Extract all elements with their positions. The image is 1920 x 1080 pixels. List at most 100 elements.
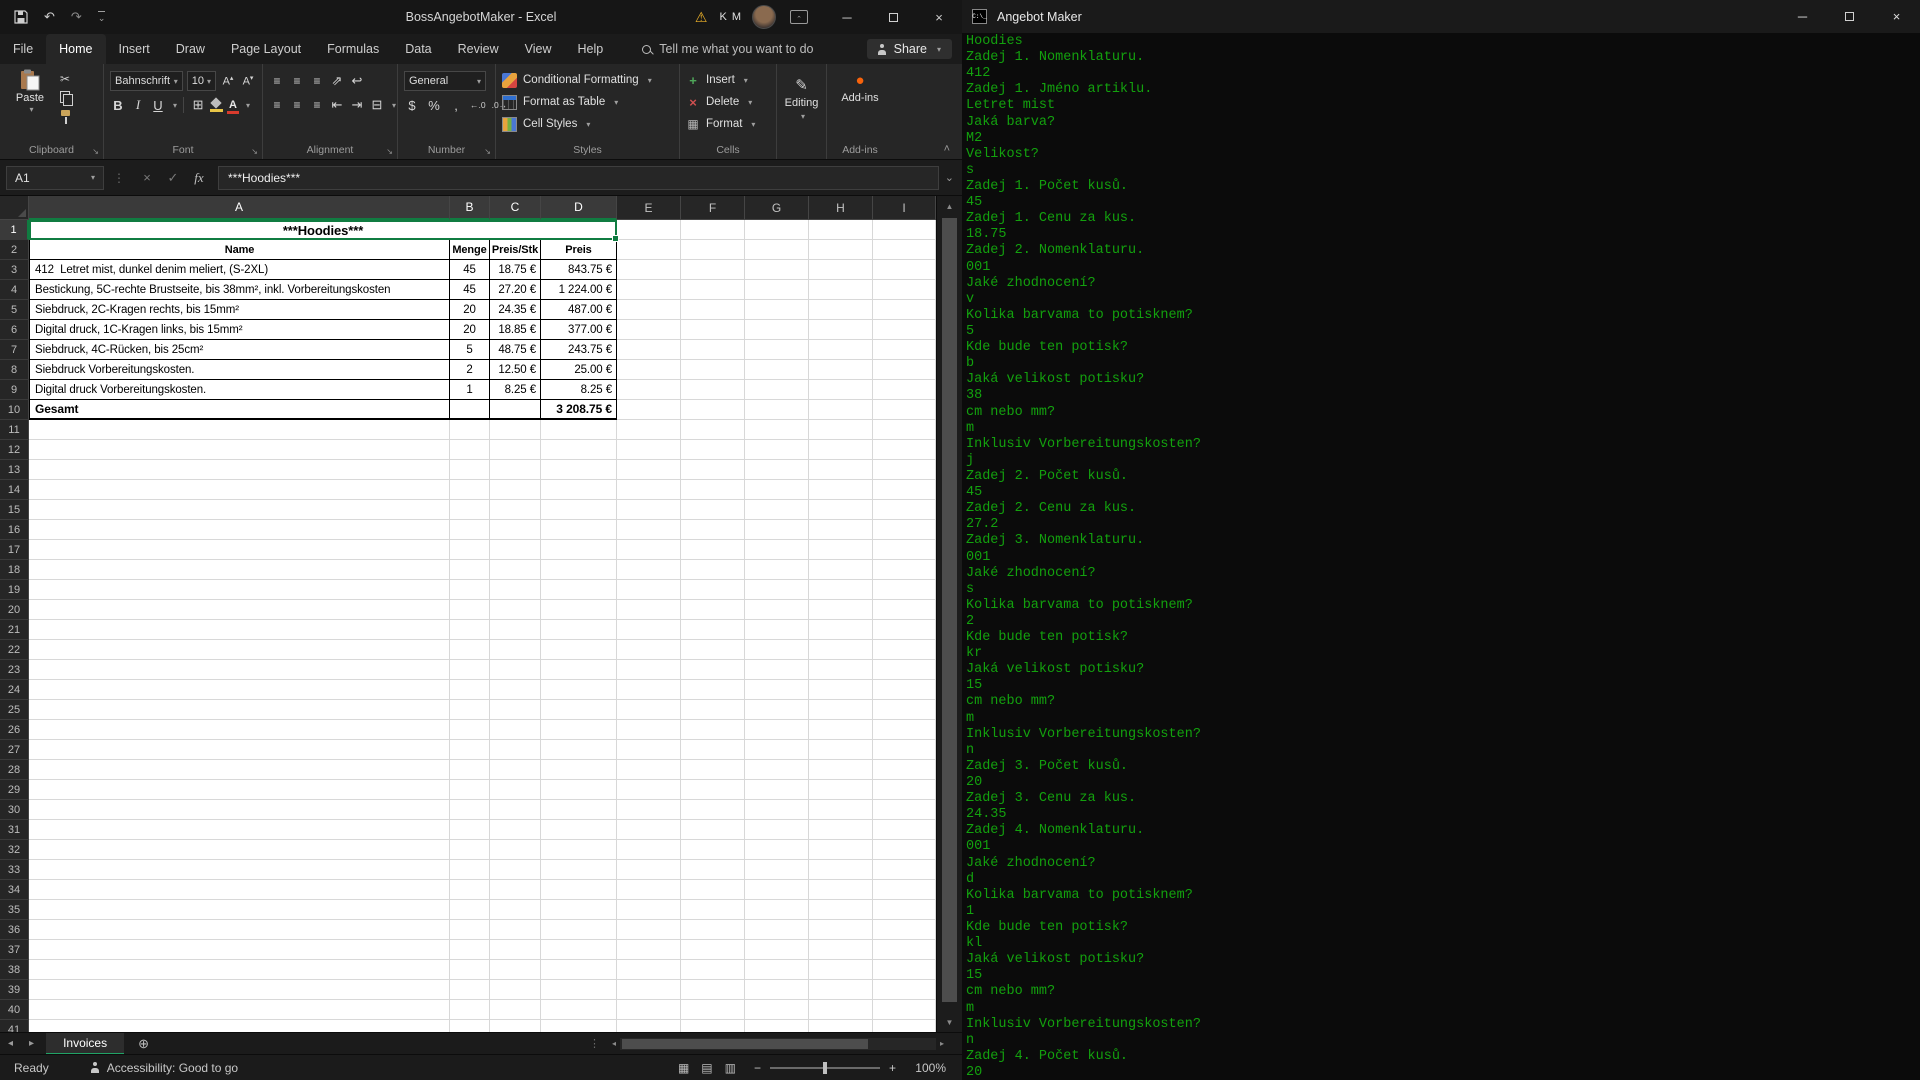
cell-D4[interactable]: 1 224.00 € <box>541 280 617 300</box>
column-header-H[interactable]: H <box>809 196 873 220</box>
cell-E29[interactable] <box>617 780 681 800</box>
cell-E36[interactable] <box>617 920 681 940</box>
cell-D29[interactable] <box>541 780 617 800</box>
cell-C21[interactable] <box>490 620 541 640</box>
cell-E19[interactable] <box>617 580 681 600</box>
font-size-select[interactable]: 10 ▾ <box>187 71 216 91</box>
align-middle-button[interactable]: ≡ <box>289 74 305 88</box>
cell-styles-button[interactable]: Cell Styles ▾ <box>502 113 673 135</box>
row-header-26[interactable]: 26 <box>0 720 29 740</box>
cell-G11[interactable] <box>745 420 809 440</box>
ribbon-tab-review[interactable]: Review <box>445 34 512 64</box>
cell-F13[interactable] <box>681 460 745 480</box>
cell-I17[interactable] <box>873 540 936 560</box>
row-header-3[interactable]: 3 <box>0 260 29 280</box>
cell-H5[interactable] <box>809 300 873 320</box>
cell-G38[interactable] <box>745 960 809 980</box>
cancel-entry-button[interactable]: × <box>134 170 160 185</box>
vertical-scrollbar[interactable]: ▲ ▼ <box>936 196 962 1032</box>
row-header-28[interactable]: 28 <box>0 760 29 780</box>
cell-C36[interactable] <box>490 920 541 940</box>
cell-E32[interactable] <box>617 840 681 860</box>
cell-A36[interactable] <box>29 920 450 940</box>
row-header-13[interactable]: 13 <box>0 460 29 480</box>
cell-I26[interactable] <box>873 720 936 740</box>
row-header-2[interactable]: 2 <box>0 240 29 260</box>
align-bottom-button[interactable]: ≡ <box>309 74 325 88</box>
scroll-up-icon[interactable]: ▲ <box>946 196 954 216</box>
cell-H6[interactable] <box>809 320 873 340</box>
cell-E31[interactable] <box>617 820 681 840</box>
addins-button[interactable]: ● Add-ins Add-ins <box>827 64 893 159</box>
cell-D17[interactable] <box>541 540 617 560</box>
cell-G40[interactable] <box>745 1000 809 1020</box>
cell-C19[interactable] <box>490 580 541 600</box>
ribbon-tab-help[interactable]: Help <box>565 34 617 64</box>
cell-I41[interactable] <box>873 1020 936 1032</box>
cell-G9[interactable] <box>745 380 809 400</box>
row-header-32[interactable]: 32 <box>0 840 29 860</box>
comma-style-button[interactable]: , <box>448 98 464 113</box>
cell-E17[interactable] <box>617 540 681 560</box>
cell-H15[interactable] <box>809 500 873 520</box>
cell-I39[interactable] <box>873 980 936 1000</box>
cell-C6[interactable]: 18.85 € <box>490 320 541 340</box>
cell-A7[interactable]: Siebdruck, 4C-Rücken, bis 25cm² <box>29 340 450 360</box>
cell-C17[interactable] <box>490 540 541 560</box>
cell-H13[interactable] <box>809 460 873 480</box>
cell-B37[interactable] <box>450 940 490 960</box>
cell-C4[interactable]: 27.20 € <box>490 280 541 300</box>
ribbon-tab-formulas[interactable]: Formulas <box>314 34 392 64</box>
cut-icon[interactable]: ✂ <box>60 71 72 87</box>
cell-G12[interactable] <box>745 440 809 460</box>
cell-B38[interactable] <box>450 960 490 980</box>
format-as-table-button[interactable]: Format as Table ▾ <box>502 91 673 113</box>
cell-C14[interactable] <box>490 480 541 500</box>
minimize-button[interactable]: ─ <box>824 0 870 34</box>
cell-F39[interactable] <box>681 980 745 1000</box>
cell-C8[interactable]: 12.50 € <box>490 360 541 380</box>
cell-B32[interactable] <box>450 840 490 860</box>
cell-I24[interactable] <box>873 680 936 700</box>
cell-B11[interactable] <box>450 420 490 440</box>
cell-F6[interactable] <box>681 320 745 340</box>
page-break-view-button[interactable]: ▥ <box>725 1061 736 1075</box>
console-maximize-button[interactable] <box>1826 0 1873 33</box>
row-header-19[interactable]: 19 <box>0 580 29 600</box>
cell-H8[interactable] <box>809 360 873 380</box>
cell-D12[interactable] <box>541 440 617 460</box>
cell-E11[interactable] <box>617 420 681 440</box>
cell-C40[interactable] <box>490 1000 541 1020</box>
cell-F7[interactable] <box>681 340 745 360</box>
cell-I29[interactable] <box>873 780 936 800</box>
cell-A24[interactable] <box>29 680 450 700</box>
cell-A14[interactable] <box>29 480 450 500</box>
cell-D35[interactable] <box>541 900 617 920</box>
number-format-select[interactable]: General ▾ <box>404 71 486 91</box>
cell-F14[interactable] <box>681 480 745 500</box>
orientation-button[interactable]: ⇗ <box>329 73 345 89</box>
console-minimize-button[interactable]: ─ <box>1779 0 1826 33</box>
cell-A26[interactable] <box>29 720 450 740</box>
cell-B21[interactable] <box>450 620 490 640</box>
confirm-entry-button[interactable]: ✓ <box>160 170 186 186</box>
cell-C11[interactable] <box>490 420 541 440</box>
cell-G39[interactable] <box>745 980 809 1000</box>
cell-H14[interactable] <box>809 480 873 500</box>
warning-icon[interactable]: ⚠ <box>695 9 708 26</box>
ribbon-tab-insert[interactable]: Insert <box>106 34 163 64</box>
vertical-scroll-thumb[interactable] <box>942 218 957 1002</box>
cell-D22[interactable] <box>541 640 617 660</box>
formula-input[interactable]: ***Hoodies*** <box>218 166 939 190</box>
cell-I28[interactable] <box>873 760 936 780</box>
row-header-38[interactable]: 38 <box>0 960 29 980</box>
insert-cells-button[interactable]: + Insert ▾ <box>686 69 770 91</box>
horizontal-scroll-track[interactable] <box>620 1038 936 1050</box>
cell-C16[interactable] <box>490 520 541 540</box>
cell-E8[interactable] <box>617 360 681 380</box>
cell-G31[interactable] <box>745 820 809 840</box>
cell-B25[interactable] <box>450 700 490 720</box>
cell-I9[interactable] <box>873 380 936 400</box>
cell-B26[interactable] <box>450 720 490 740</box>
cell-C28[interactable] <box>490 760 541 780</box>
